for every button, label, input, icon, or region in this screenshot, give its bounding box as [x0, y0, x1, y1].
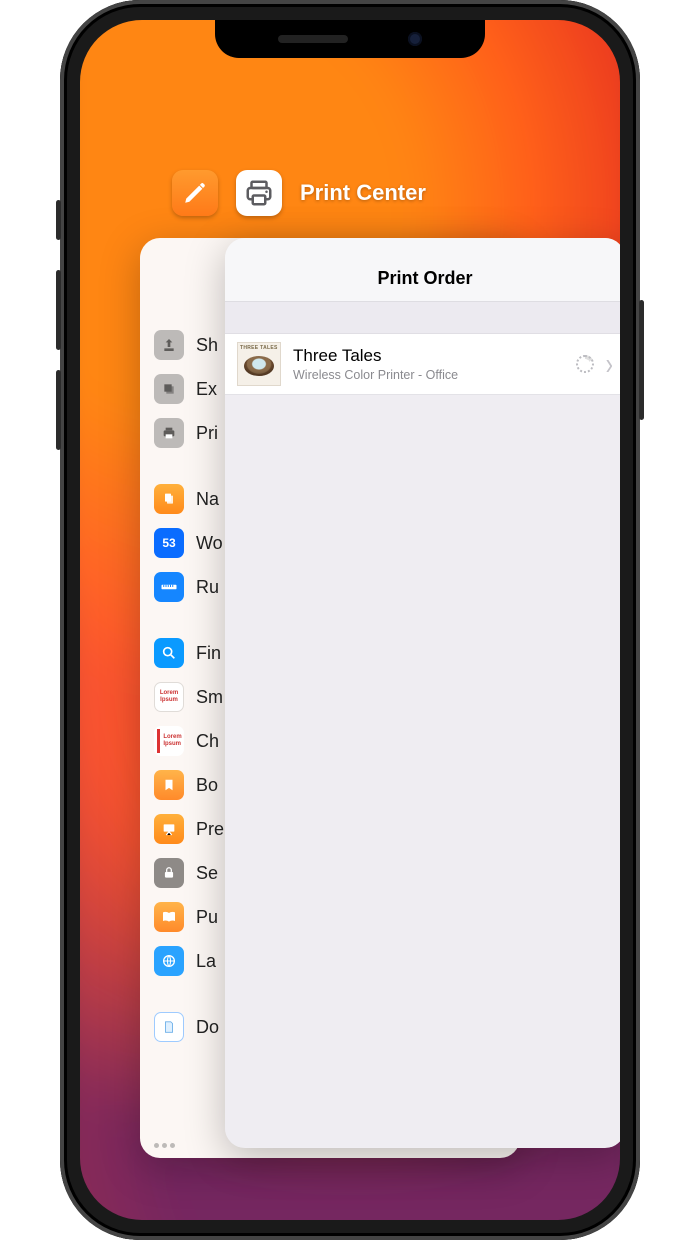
- app-switcher-card-print-center[interactable]: Print Order THREE TALES Three Tales Wire…: [225, 238, 620, 1148]
- ellipsis-icon: [154, 1143, 175, 1148]
- menu-label: Sm: [196, 687, 223, 708]
- open-book-icon: [154, 902, 184, 932]
- menu-label: Ex: [196, 379, 217, 400]
- menu-label: Fin: [196, 643, 221, 664]
- notch: [215, 20, 485, 58]
- document-thumbnail: THREE TALES: [237, 342, 281, 386]
- documents-icon: [154, 484, 184, 514]
- menu-label: Bo: [196, 775, 218, 796]
- menu-label: Sh: [196, 335, 218, 356]
- menu-label: Pu: [196, 907, 218, 928]
- phone-screen: Print Center Sh Ex: [80, 20, 620, 1220]
- front-camera: [408, 32, 422, 46]
- thumbnail-image: [244, 356, 274, 376]
- menu-label: Pri: [196, 423, 218, 444]
- mute-switch: [56, 200, 61, 240]
- volume-down-button: [56, 370, 61, 450]
- bookmark-icon: [154, 770, 184, 800]
- speaker-grille: [278, 35, 348, 43]
- lorem-icon: LoremIpsum: [154, 682, 184, 712]
- printer-icon: [244, 178, 274, 208]
- active-app-title: Print Center: [300, 180, 426, 206]
- print-order-title: Print Order: [225, 238, 620, 302]
- phone-frame: Print Center Sh Ex: [60, 0, 640, 1240]
- menu-label: Ch: [196, 731, 219, 752]
- print-center-app-icon[interactable]: [236, 170, 282, 216]
- share-icon: [154, 330, 184, 360]
- print-job-text: Three Tales Wireless Color Printer - Off…: [293, 346, 564, 382]
- search-icon: [154, 638, 184, 668]
- menu-label: Ru: [196, 577, 219, 598]
- menu-label: La: [196, 951, 216, 972]
- lock-icon: [154, 858, 184, 888]
- loading-spinner-icon: [576, 355, 594, 373]
- presentation-icon: [154, 814, 184, 844]
- volume-up-button: [56, 270, 61, 350]
- page-icon: [154, 1012, 184, 1042]
- pencil-icon: [182, 180, 208, 206]
- printer-small-icon: [154, 418, 184, 448]
- ruler-icon: [154, 572, 184, 602]
- lorem-red-icon: LoremIpsum: [154, 726, 184, 756]
- pages-app-icon[interactable]: [172, 170, 218, 216]
- menu-label: Se: [196, 863, 218, 884]
- layers-icon: [154, 374, 184, 404]
- print-job-subtitle: Wireless Color Printer - Office: [293, 368, 564, 382]
- section-spacer: [225, 302, 620, 334]
- print-job-row[interactable]: THREE TALES Three Tales Wireless Color P…: [225, 334, 620, 395]
- print-job-title: Three Tales: [293, 346, 564, 366]
- side-button: [639, 300, 644, 420]
- print-order-empty-area: [225, 395, 620, 1147]
- menu-label: Pre: [196, 819, 224, 840]
- globe-icon: [154, 946, 184, 976]
- calendar-53-icon: 53: [154, 528, 184, 558]
- thumbnail-caption: THREE TALES: [240, 345, 278, 351]
- chevron-right-icon: ›: [606, 349, 613, 380]
- menu-label: Na: [196, 489, 219, 510]
- app-switcher-header: Print Center: [172, 170, 426, 216]
- menu-label: Wo: [196, 533, 223, 554]
- menu-label: Do: [196, 1017, 219, 1038]
